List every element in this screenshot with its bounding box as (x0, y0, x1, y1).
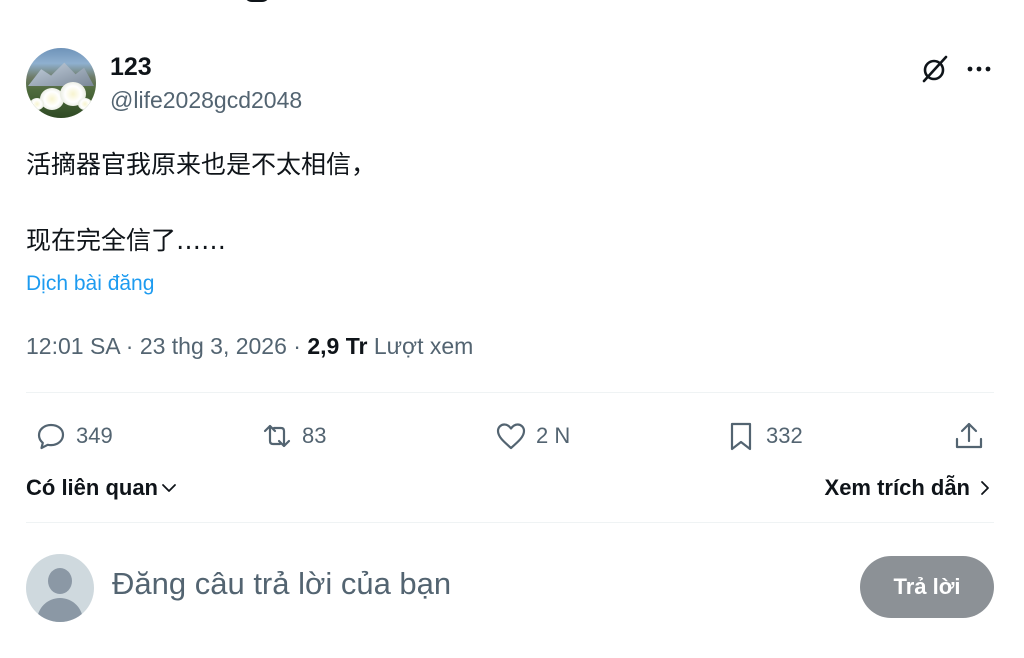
author-avatar[interactable] (26, 48, 96, 118)
tweet-date[interactable]: 23 thg 3, 2026 (140, 333, 287, 359)
views-count: 2,9 Tr (307, 333, 368, 359)
like-action-button[interactable]: 2 N (494, 412, 570, 460)
divider (26, 522, 994, 523)
tweet-meta: 12:01 SA · 23 thg 3, 2026 · 2,9 Tr Lượt … (26, 328, 473, 364)
related-label: Có liên quan (26, 475, 158, 500)
tweet-actions: 349 83 2 N 332 (26, 412, 994, 460)
reply-bubble-icon (37, 423, 65, 450)
translate-post-link[interactable]: Dịch bài đăng (26, 268, 154, 300)
grok-slash-circle-icon[interactable] (920, 54, 950, 84)
retweet-icon (263, 424, 291, 448)
related-dropdown[interactable]: Có liên quan (26, 470, 178, 506)
view-quotes-label: Xem trích dẫn (824, 475, 970, 500)
retweet-action-button[interactable]: 83 (260, 412, 326, 460)
current-user-avatar[interactable] (26, 554, 94, 622)
reply-composer: Trả lời (26, 552, 994, 624)
meta-separator: · (119, 333, 140, 359)
tweet-detail-page: 123 @life2028gcd2048 活摘器官我原来也是不太相信， 现在完全… (0, 0, 1024, 658)
bookmark-action-button[interactable]: 332 (724, 412, 803, 460)
author-name[interactable]: 123 (110, 53, 152, 81)
share-upload-icon (955, 422, 983, 449)
retweet-count: 83 (302, 423, 327, 448)
bookmark-count: 332 (766, 423, 803, 448)
reply-count: 349 (76, 423, 113, 448)
like-count: 2 N (536, 423, 571, 448)
meta-separator: · (286, 333, 308, 359)
reply-action-button[interactable]: 349 (34, 412, 113, 460)
tweet-time[interactable]: 12:01 SA (26, 333, 119, 359)
reply-submit-button[interactable]: Trả lời (860, 556, 994, 618)
heart-icon (496, 423, 526, 450)
share-action-button[interactable] (952, 412, 986, 460)
divider (26, 392, 994, 393)
clipped-glyph (244, 0, 270, 2)
views-label: Lượt xem (367, 333, 474, 359)
author-handle[interactable]: @life2028gcd2048 (110, 86, 302, 114)
tweet-text: 活摘器官我原来也是不太相信， 现在完全信了…… (26, 150, 377, 255)
tweet-header: 123 @life2028gcd2048 (26, 46, 994, 118)
chevron-right-icon (981, 481, 989, 495)
reply-input[interactable] (112, 566, 812, 602)
chevron-down-icon (162, 484, 176, 492)
bookmark-icon (730, 422, 752, 451)
view-quotes-link[interactable]: Xem trích dẫn (825, 470, 994, 506)
related-row: Có liên quan Xem trích dẫn (26, 470, 994, 506)
more-horizontal-icon[interactable] (964, 54, 994, 84)
